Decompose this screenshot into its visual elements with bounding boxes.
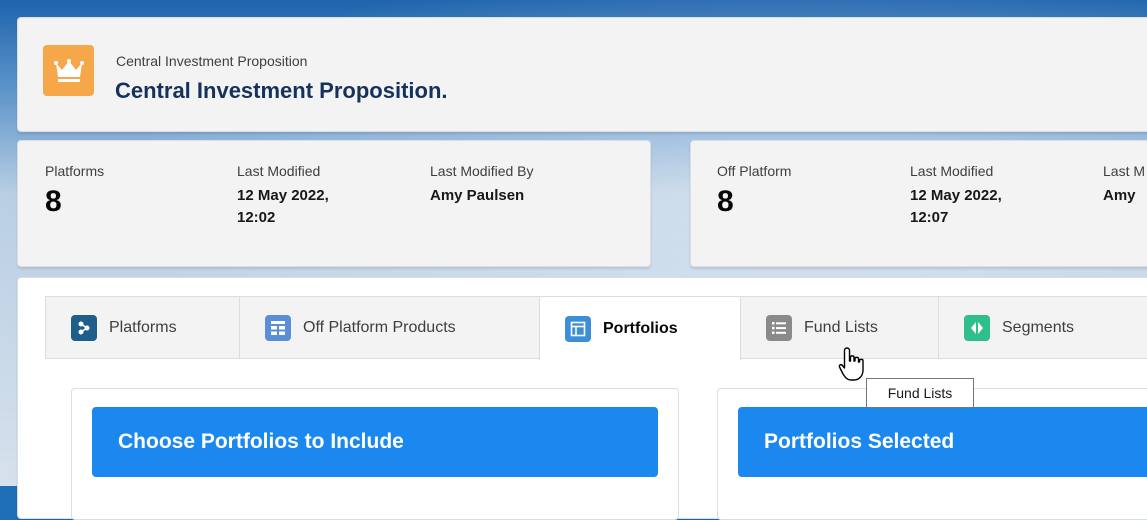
last-modified-by-value[interactable]: Amy Paulsen bbox=[430, 185, 534, 207]
tab-bar: Platforms Off Platform Products Portfoli… bbox=[45, 296, 1147, 360]
tab-off-platform-products[interactable]: Off Platform Products bbox=[239, 296, 540, 358]
list-icon bbox=[766, 314, 792, 341]
segments-icon bbox=[964, 314, 990, 341]
last-modified-label: Last Modified bbox=[237, 163, 321, 179]
last-modified-value: 12 May 2022, 12:02 bbox=[237, 187, 329, 226]
off-platform-summary-card: Off Platform 8 Last Modified 12 May 2022… bbox=[690, 140, 1147, 267]
last-modified-by-stat: Last M Amy bbox=[1103, 163, 1145, 207]
platforms-stat: Platforms 8 bbox=[45, 163, 104, 219]
tab-label: Portfolios bbox=[603, 319, 678, 337]
choose-portfolios-header: Choose Portfolios to Include bbox=[92, 407, 658, 477]
fund-lists-tooltip: Fund Lists bbox=[866, 378, 974, 408]
hand-cursor-icon bbox=[838, 346, 868, 387]
tab-label: Segments bbox=[1002, 318, 1075, 336]
related-tabs-card: Platforms Off Platform Products Portfoli… bbox=[17, 277, 1147, 520]
tab-platforms[interactable]: Platforms bbox=[45, 296, 240, 358]
last-modified-value: 12 May 2022, 12:07 bbox=[910, 187, 1002, 226]
off-platform-count: 8 bbox=[717, 185, 734, 218]
tab-label: Platforms bbox=[109, 318, 177, 336]
available-portfolios-panel: Choose Portfolios to Include bbox=[71, 388, 679, 520]
record-type-label: Central Investment Proposition bbox=[116, 53, 308, 69]
tab-label: Off Platform Products bbox=[303, 318, 456, 336]
crown-icon bbox=[43, 45, 94, 96]
last-modified-stat: Last Modified 12 May 2022, 12:02 bbox=[237, 163, 329, 229]
layout-icon bbox=[565, 315, 591, 342]
tab-portfolios[interactable]: Portfolios bbox=[539, 296, 741, 360]
platforms-label: Platforms bbox=[45, 163, 105, 179]
last-modified-by-value[interactable]: Amy bbox=[1103, 185, 1145, 207]
last-modified-stat: Last Modified 12 May 2022, 12:07 bbox=[910, 163, 1002, 229]
tab-segments[interactable]: Segments bbox=[938, 296, 1147, 358]
platforms-summary-card: Platforms 8 Last Modified 12 May 2022, 1… bbox=[17, 140, 651, 267]
platforms-count: 8 bbox=[45, 185, 62, 218]
off-platform-label: Off Platform bbox=[717, 163, 792, 179]
tab-label: Fund Lists bbox=[804, 318, 878, 336]
platforms-icon bbox=[71, 314, 97, 341]
grid-icon bbox=[265, 314, 291, 341]
last-modified-by-stat: Last Modified By Amy Paulsen bbox=[430, 163, 534, 207]
last-modified-by-label: Last M bbox=[1103, 163, 1146, 179]
off-platform-stat: Off Platform 8 bbox=[717, 163, 791, 219]
page-title: Central Investment Proposition. bbox=[115, 78, 448, 103]
portfolios-selected-header: Portfolios Selected bbox=[738, 407, 1147, 477]
last-modified-label: Last Modified bbox=[910, 163, 994, 179]
record-header: Central Investment Proposition Central I… bbox=[17, 17, 1147, 132]
last-modified-by-label: Last Modified By bbox=[430, 163, 534, 179]
